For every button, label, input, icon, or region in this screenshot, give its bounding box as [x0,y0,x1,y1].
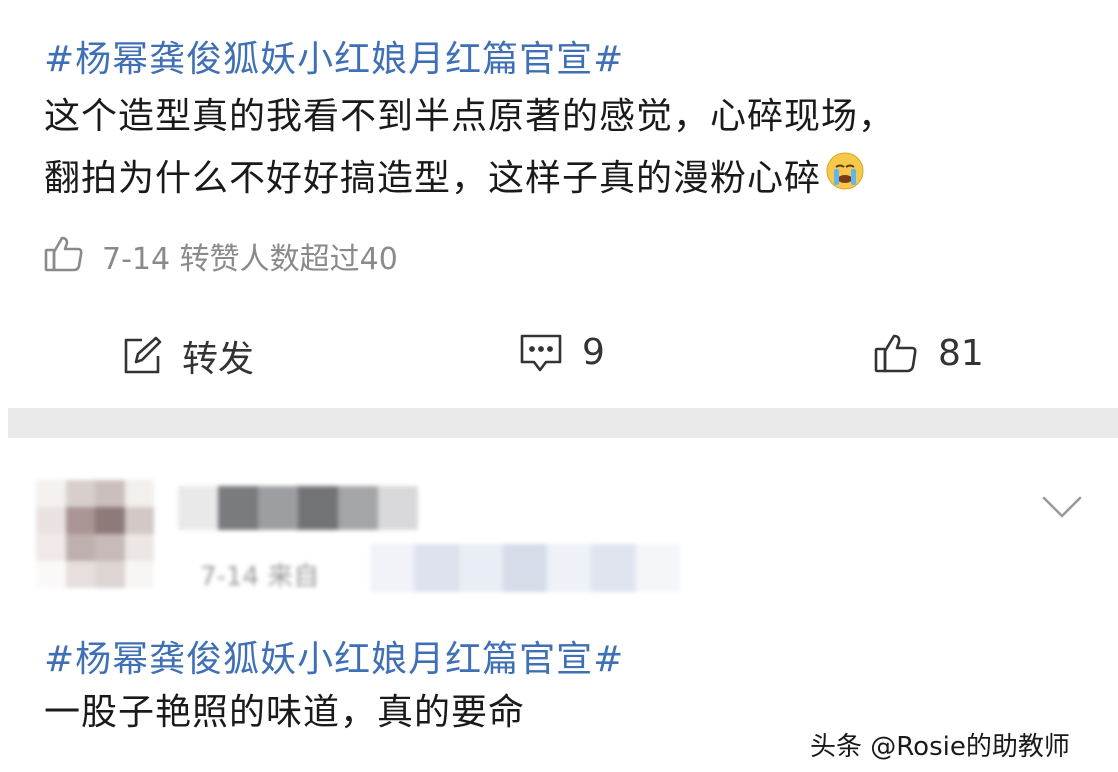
thumbs-up-small-icon [42,232,86,280]
post-meta: 7-14 转赞人数超过40 [102,242,398,277]
comment-hashtag[interactable]: #杨幂龚俊狐妖小红娘月红篇官宣# [44,630,624,682]
repost-button[interactable]: 转发 [120,330,254,382]
post-text-line-1: 这个造型真的我看不到半点原著的感觉，心碎现场， [44,96,896,137]
comment-count: 9 [582,331,605,373]
avatar[interactable] [36,480,154,588]
repost-icon [120,334,164,378]
like-count: 81 [938,332,984,374]
comment-text: 一股子艳照的味道，真的要命 [44,692,526,733]
comment-meta-redacted: 7-14 来自 [200,544,680,592]
post-text-line-2: 翻拍为什么不好好搞造型，这样子真的漫粉心碎 [44,144,865,215]
crying-face-icon [825,145,865,215]
comment-button[interactable]: 9 [518,330,605,374]
section-divider [8,408,1118,438]
thumbs-up-icon [872,330,920,376]
repost-label: 转发 [182,339,255,380]
like-button[interactable]: 81 [872,330,984,376]
comment-date: 7-14 来自 [200,562,320,592]
chevron-down-icon[interactable] [1040,492,1084,526]
comment-icon [518,330,564,374]
username-redacted[interactable] [178,486,418,530]
post-text-line-2-text: 翻拍为什么不好好搞造型，这样子真的漫粉心碎 [44,158,822,199]
watermark: 头条 @Rosie的助教师 [810,732,1070,762]
post-hashtag[interactable]: #杨幂龚俊狐妖小红娘月红篇官宣# [44,30,624,82]
